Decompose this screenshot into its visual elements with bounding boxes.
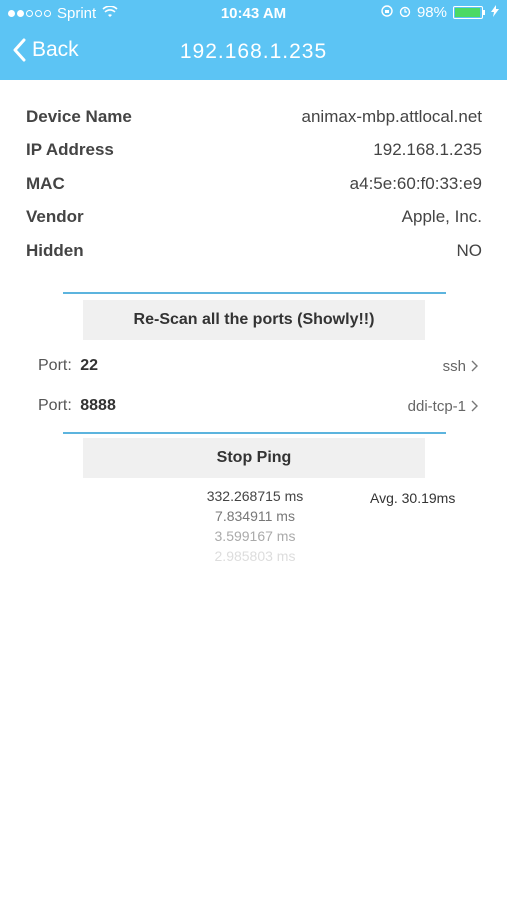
alarm-icon	[399, 4, 411, 21]
rescan-ports-button[interactable]: Re-Scan all the ports (Showly!!)	[83, 300, 425, 340]
header: Sprint 10:43 AM 98% Back 192.168.1.235	[0, 0, 507, 80]
ping-result: 2.985803 ms	[214, 548, 296, 564]
port-label: Port:	[38, 397, 72, 414]
info-row: Device Name animax-mbp.attlocal.net	[26, 100, 482, 134]
info-label: Device Name	[26, 106, 132, 126]
ping-result: 3.599167 ms	[214, 528, 296, 544]
port-service: ddi-tcp-1	[407, 397, 466, 415]
ping-average: Avg. 30.19ms	[370, 490, 456, 506]
status-right: 98%	[381, 4, 499, 21]
info-label: IP Address	[26, 140, 114, 160]
page-title: 192.168.1.235	[179, 40, 328, 63]
divider-top	[63, 292, 446, 294]
port-row-8888[interactable]: Port: 8888 ddi-tcp-1	[38, 393, 478, 419]
battery-icon	[453, 6, 485, 19]
info-label: Vendor	[26, 207, 84, 227]
navigation-bar: Back 192.168.1.235	[0, 28, 507, 80]
port-number: 8888	[80, 397, 116, 414]
ping-result: 7.834911 ms	[215, 508, 295, 524]
info-row: Vendor Apple, Inc.	[26, 201, 482, 235]
chevron-right-icon	[471, 360, 478, 372]
info-label: Hidden	[26, 240, 84, 260]
port-row-22[interactable]: Port: 22 ssh	[38, 353, 478, 379]
ping-result: 332.268715 ms	[206, 488, 304, 504]
info-label: MAC	[26, 173, 65, 193]
info-value: animax-mbp.attlocal.net	[301, 106, 482, 126]
info-row: Hidden NO	[26, 234, 482, 268]
charging-icon	[491, 4, 499, 21]
divider-bottom	[63, 432, 446, 434]
chevron-right-icon	[471, 400, 478, 412]
status-bar: Sprint 10:43 AM 98%	[0, 0, 507, 28]
device-info: Device Name animax-mbp.attlocal.net IP Add…	[26, 100, 482, 268]
ping-results: 332.268715 ms 7.834911 ms 3.599167 ms 2.985…	[200, 486, 310, 566]
stop-ping-button[interactable]: Stop Ping	[83, 438, 425, 478]
info-row: IP Address 192.168.1.235	[26, 134, 482, 168]
info-row: MAC a4:5e:60:f0:33:e9	[26, 167, 482, 201]
port-number: 22	[80, 357, 99, 374]
info-value: 192.168.1.235	[373, 140, 482, 160]
info-value: a4:5e:60:f0:33:e9	[349, 173, 482, 193]
rotation-lock-icon	[381, 4, 393, 21]
battery-percent: 98%	[416, 4, 447, 21]
port-service: ssh	[442, 357, 466, 375]
port-label: Port:	[38, 357, 72, 374]
info-value: Apple, Inc.	[401, 207, 482, 227]
info-value: NO	[456, 240, 483, 260]
